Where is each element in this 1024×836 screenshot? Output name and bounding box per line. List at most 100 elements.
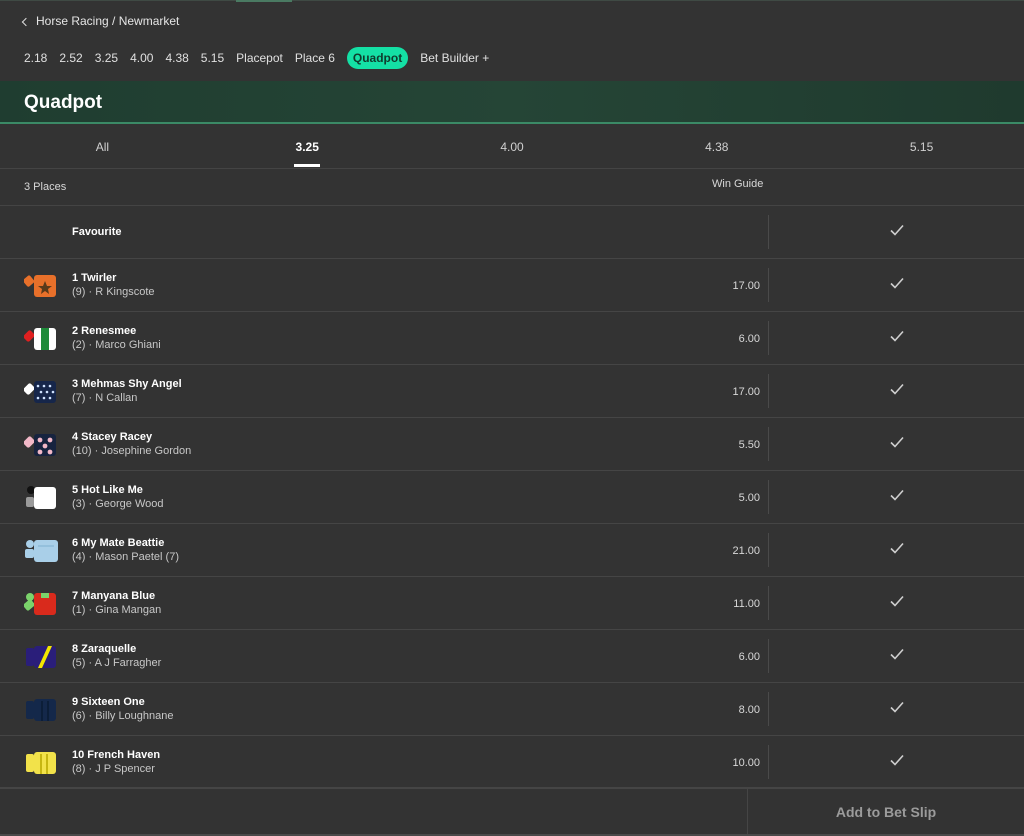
race-nav-item[interactable]: 5.15 xyxy=(195,47,230,69)
silk-red-green-icon xyxy=(24,593,56,615)
runner-price: 6.00 xyxy=(738,333,760,345)
column-divider xyxy=(768,745,769,779)
runner-name: 2 Renesmee xyxy=(72,325,137,337)
runner-row[interactable]: 3 Mehmas Shy Angel (7) · N Callan 17.00 xyxy=(0,365,1024,418)
checkmark-icon[interactable] xyxy=(889,752,905,768)
runner-price: 5.50 xyxy=(738,439,760,451)
column-divider xyxy=(768,427,769,461)
column-divider xyxy=(768,215,769,249)
top-border xyxy=(0,0,1024,1)
runner-name: 5 Hot Like Me xyxy=(72,484,143,496)
runner-row[interactable]: 7 Manyana Blue (1) · Gina Mangan 11.00 xyxy=(0,577,1024,630)
runner-row[interactable]: 10 French Haven (8) · J P Spencer 10.00 xyxy=(0,736,1024,789)
checkmark-icon[interactable] xyxy=(889,487,905,503)
runner-jockey: (5) · A J Farragher xyxy=(72,657,162,669)
column-divider xyxy=(768,268,769,302)
checkmark-icon[interactable] xyxy=(889,434,905,450)
race-nav-item[interactable]: 3.25 xyxy=(89,47,124,69)
runner-name: 8 Zaraquelle xyxy=(72,643,137,655)
race-nav-item[interactable]: 2.52 xyxy=(53,47,88,69)
runner-row[interactable]: 2 Renesmee (2) · Marco Ghiani 6.00 xyxy=(0,312,1024,365)
race-nav-quadpot[interactable]: Quadpot xyxy=(346,47,409,69)
silk-navy-stripes-icon xyxy=(26,699,56,721)
column-divider xyxy=(768,321,769,355)
checkmark-icon[interactable] xyxy=(889,222,905,238)
runner-jockey: (6) · Billy Loughnane xyxy=(72,710,174,722)
runner-row[interactable]: 9 Sixteen One (6) · Billy Loughnane 8.00 xyxy=(0,683,1024,736)
places-label: 3 Places xyxy=(24,181,67,193)
leg-tabs: All 3.25 4.00 4.38 5.15 xyxy=(0,125,1024,169)
runner-jockey: (2) · Marco Ghiani xyxy=(72,339,161,351)
runner-price: 8.00 xyxy=(738,704,760,716)
column-divider xyxy=(768,586,769,620)
tab-all[interactable]: All xyxy=(0,125,205,168)
chevron-left-icon[interactable] xyxy=(21,17,31,26)
tab-leg[interactable]: 3.25 xyxy=(205,125,410,168)
breadcrumb-text[interactable]: Horse Racing / Newmarket xyxy=(36,14,179,28)
race-nav-item[interactable]: 4.00 xyxy=(124,47,159,69)
runner-name: 9 Sixteen One xyxy=(72,696,145,708)
silk-yellow-stripes-icon xyxy=(26,752,56,774)
breadcrumb[interactable]: Horse Racing / Newmarket xyxy=(21,14,179,28)
column-divider xyxy=(768,692,769,726)
runner-jockey: (4) · Mason Paetel (7) xyxy=(72,551,179,563)
runner-name: 7 Manyana Blue xyxy=(72,590,156,602)
checkmark-icon[interactable] xyxy=(889,699,905,715)
race-nav-item[interactable]: 4.38 xyxy=(159,47,194,69)
runner-row[interactable]: 1 Twirler (9) · R Kingscote 17.00 xyxy=(0,259,1024,312)
checkmark-icon[interactable] xyxy=(889,593,905,609)
checkmark-icon[interactable] xyxy=(889,540,905,556)
runner-jockey: (8) · J P Spencer xyxy=(72,763,155,775)
page-banner: Quadpot xyxy=(0,81,1024,124)
column-divider xyxy=(768,639,769,673)
race-nav-item[interactable]: 2.18 xyxy=(24,47,53,69)
top-accent-bar xyxy=(236,0,292,2)
runner-list: Favourite 1 Twirler (9) · R Kingscote 17… xyxy=(0,206,1024,789)
silk-red-green-white-icon xyxy=(24,328,56,350)
market-subheader: 3 Places Win Guide xyxy=(0,170,1024,206)
tab-leg[interactable]: 4.38 xyxy=(614,125,819,168)
runner-row[interactable]: 5 Hot Like Me (3) · George Wood 5.00 xyxy=(0,471,1024,524)
runner-jockey: (9) · R Kingscote xyxy=(72,286,155,298)
race-nav-placepot[interactable]: Placepot xyxy=(230,47,289,69)
silk-orange-star-icon xyxy=(24,275,56,297)
runner-jockey: (10) · Josephine Gordon xyxy=(72,445,192,457)
checkmark-icon[interactable] xyxy=(889,381,905,397)
tab-leg[interactable]: 4.00 xyxy=(410,125,615,168)
column-divider xyxy=(768,533,769,567)
favourite-label: Favourite xyxy=(72,226,122,238)
race-nav: 2.18 2.52 3.25 4.00 4.38 5.15 Placepot P… xyxy=(24,47,495,69)
race-nav-bet-builder[interactable]: Bet Builder + xyxy=(414,47,495,69)
silk-navy-spots-icon xyxy=(24,381,56,403)
checkmark-icon[interactable] xyxy=(889,328,905,344)
silk-light-blue-icon xyxy=(25,540,58,562)
win-guide-label: Win Guide xyxy=(712,178,764,190)
column-divider xyxy=(768,374,769,408)
column-divider xyxy=(768,480,769,514)
race-nav-place6[interactable]: Place 6 xyxy=(289,47,341,69)
runner-name: 6 My Mate Beattie xyxy=(72,537,165,549)
runner-price: 17.00 xyxy=(732,386,760,398)
checkmark-icon[interactable] xyxy=(889,275,905,291)
silk-white-black-icon xyxy=(26,486,56,509)
runner-price: 6.00 xyxy=(738,651,760,663)
favourite-row[interactable]: Favourite xyxy=(0,206,1024,259)
add-to-bet-slip-button[interactable]: Add to Bet Slip xyxy=(748,788,1024,835)
runner-row[interactable]: 8 Zaraquelle (5) · A J Farragher 6.00 xyxy=(0,630,1024,683)
page-title: Quadpot xyxy=(24,92,103,113)
runner-price: 10.00 xyxy=(732,757,760,769)
runner-row[interactable]: 4 Stacey Racey (10) · Josephine Gordon 5… xyxy=(0,418,1024,471)
runner-jockey: (1) · Gina Mangan xyxy=(72,604,162,616)
tab-leg[interactable]: 5.15 xyxy=(819,125,1024,168)
silk-purple-yellow-icon xyxy=(26,646,56,668)
checkmark-icon[interactable] xyxy=(889,646,905,662)
runner-name: 3 Mehmas Shy Angel xyxy=(72,378,182,390)
runner-price: 5.00 xyxy=(738,492,760,504)
runner-name: 4 Stacey Racey xyxy=(72,431,153,443)
runner-price: 17.00 xyxy=(732,280,760,292)
silk-navy-pink-spots-icon xyxy=(24,434,56,456)
runner-row[interactable]: 6 My Mate Beattie (4) · Mason Paetel (7)… xyxy=(0,524,1024,577)
runner-price: 21.00 xyxy=(732,545,760,557)
runner-jockey: (7) · N Callan xyxy=(72,392,138,404)
bet-footer: Add to Bet Slip xyxy=(0,787,1024,836)
